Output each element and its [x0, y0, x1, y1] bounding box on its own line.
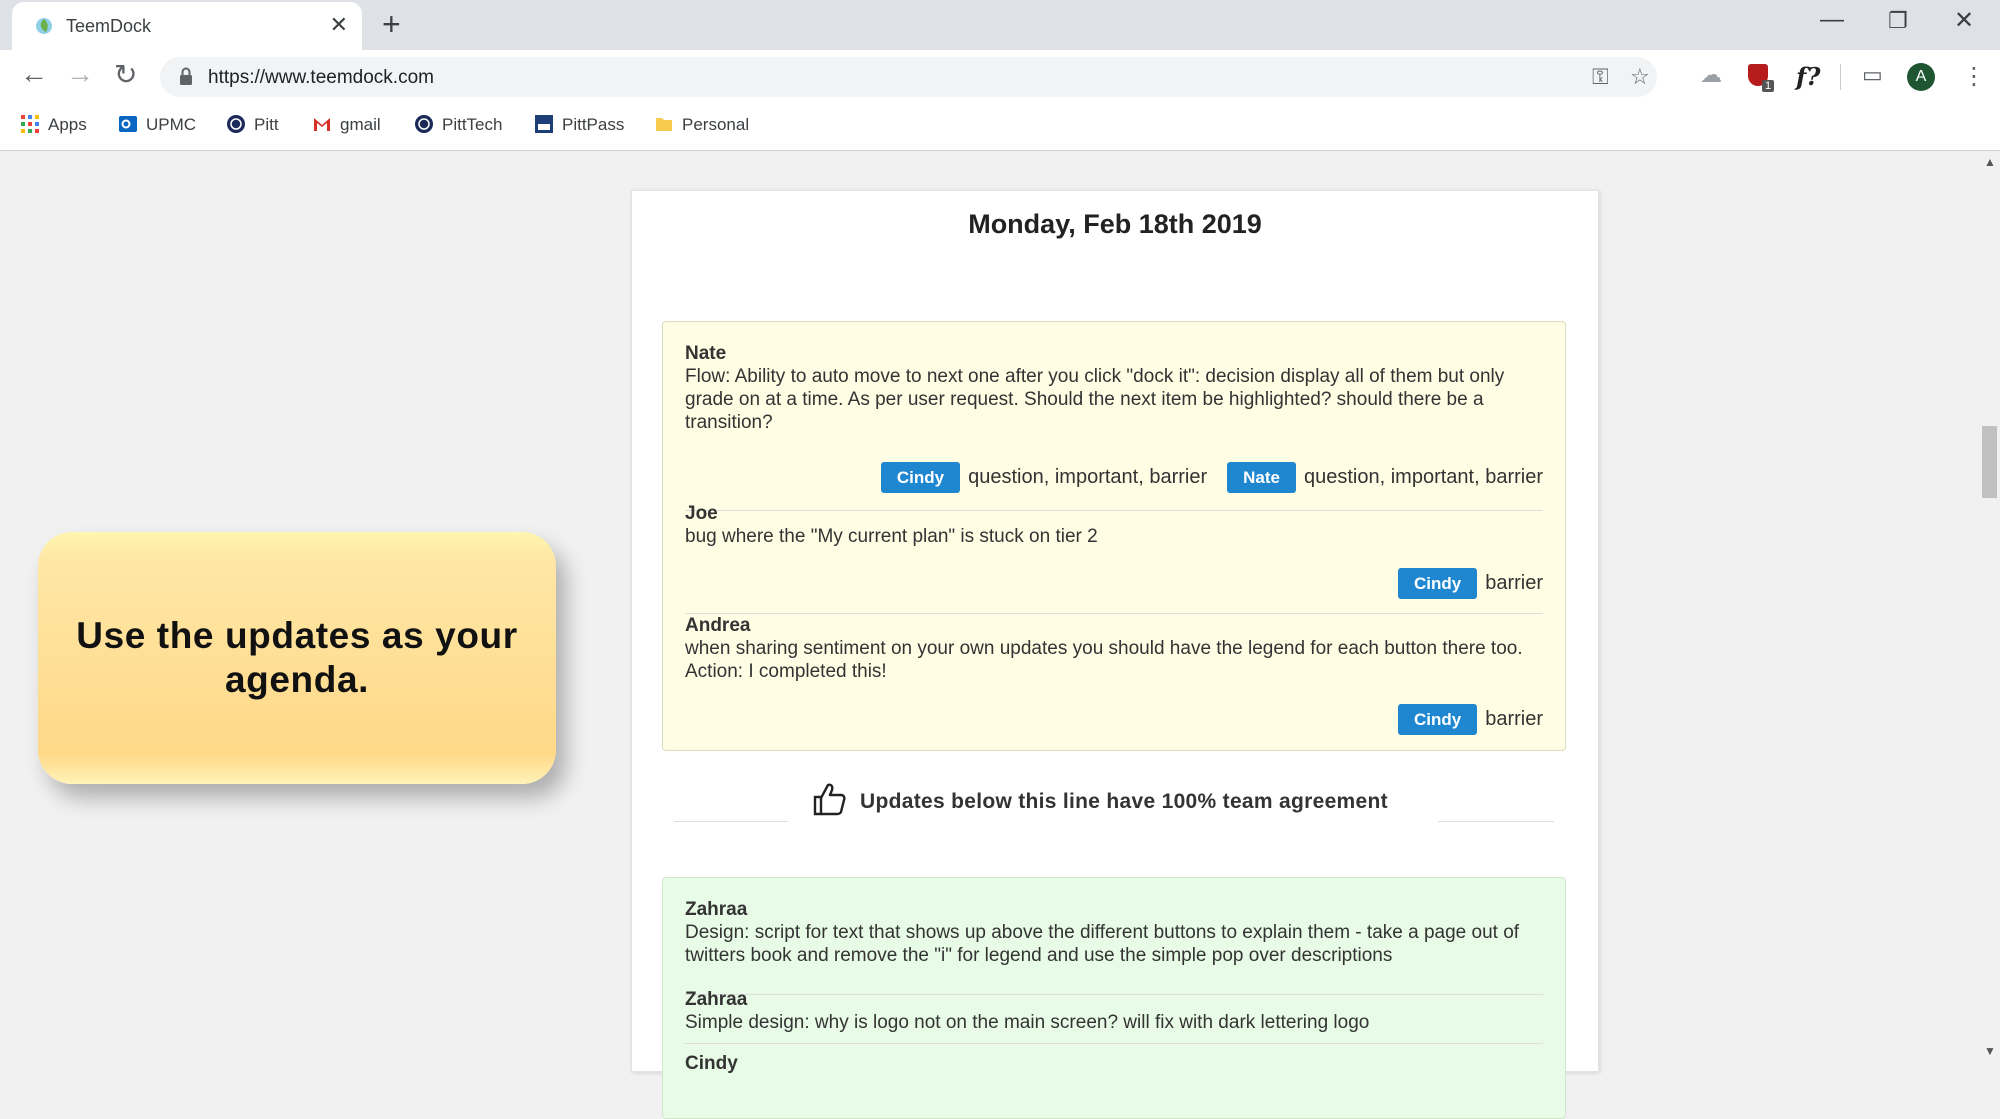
bookmark-label: PittPass	[562, 115, 625, 134]
scrollbar-thumb[interactable]	[1982, 426, 1997, 498]
update-author: Zahraa	[685, 899, 748, 920]
new-tab-button[interactable]: +	[382, 6, 401, 43]
bookmark-label: gmail	[340, 115, 381, 134]
browser-toolbar: ← → ↻ https://www.teemdock.com ⚿ ☆ ☁ 1 f…	[0, 50, 2000, 104]
bookmark-pittpass[interactable]: PittPass	[534, 114, 624, 135]
update-text: Flow: Ability to auto move to next one a…	[685, 366, 1505, 433]
menu-kebab-icon[interactable]: ⋮	[1962, 62, 1986, 91]
person-tag[interactable]: Cindy	[880, 462, 961, 493]
update-item[interactable]: Cindy	[685, 1052, 1543, 1092]
bookmarks-bar: Apps UPMC Pitt gmail PittTech PittPass P…	[0, 104, 2000, 151]
agenda-callout: Use the updates as your agenda.	[38, 532, 556, 784]
apps-grid-icon	[21, 115, 39, 133]
bookmark-pitt[interactable]: Pitt	[226, 114, 279, 135]
agreement-line-right	[1438, 821, 1554, 822]
update-item[interactable]: Nate Flow: Ability to auto move to next …	[685, 342, 1543, 511]
bookmark-label: Apps	[48, 115, 87, 134]
bookmark-pitttech[interactable]: PittTech	[414, 114, 502, 135]
thumbs-up-icon	[813, 783, 846, 816]
minimize-icon[interactable]: —	[1820, 6, 1844, 34]
back-icon[interactable]: ←	[20, 58, 48, 90]
agreement-text: Updates below this line have 100% team a…	[860, 790, 1388, 813]
bookmark-gmail[interactable]: gmail	[312, 114, 381, 135]
extension-badge: 1	[1762, 80, 1775, 92]
update-divider	[685, 1043, 1543, 1044]
tag-labels: barrier	[1485, 708, 1543, 730]
bookmark-label: Pitt	[254, 115, 279, 134]
cloud-extension-icon[interactable]: ☁	[1700, 62, 1722, 88]
key-icon[interactable]: ⚿	[1592, 64, 1609, 90]
bookmark-upmc[interactable]: UPMC	[118, 114, 196, 135]
meeting-card: Monday, Feb 18th 2019 Nate Flow: Ability…	[631, 190, 1599, 1119]
bookmark-star-icon[interactable]: ☆	[1630, 64, 1650, 90]
update-item[interactable]: Zahraa Design: script for text that show…	[685, 898, 1543, 995]
folder-icon	[656, 118, 672, 131]
sentiment-tags: Cindy question, important, barrier Nate que…	[867, 462, 1543, 493]
teemdock-favicon-icon	[36, 18, 52, 34]
address-bar[interactable]: https://www.teemdock.com ⚿ ☆	[160, 57, 1657, 97]
close-window-icon[interactable]: ✕	[1954, 6, 1974, 35]
tab-title: TeemDock	[66, 16, 152, 36]
cast-icon[interactable]: ▭	[1862, 62, 1883, 88]
url-text: https://www.teemdock.com	[208, 67, 434, 88]
profile-avatar[interactable]: A	[1907, 63, 1935, 91]
bookmark-label: UPMC	[146, 115, 197, 134]
update-author: Zahraa	[685, 989, 748, 1010]
update-text: when sharing sentiment on your own updat…	[685, 638, 1523, 682]
toolbar-divider	[1840, 64, 1841, 90]
date-heading: Monday, Feb 18th 2019	[968, 209, 1262, 239]
outlook-icon	[119, 116, 137, 132]
sentiment-tags: Cindy barrier	[1384, 568, 1543, 599]
bookmark-label: PittTech	[442, 115, 503, 134]
pitt-seal-icon	[415, 115, 433, 133]
bookmark-apps[interactable]: Apps	[20, 114, 87, 135]
bookmark-label: Personal	[682, 115, 750, 134]
update-item[interactable]: Andrea when sharing sentiment on your ow…	[685, 614, 1543, 744]
pittpass-icon	[535, 115, 553, 133]
update-author: Nate	[685, 343, 727, 364]
browser-tab[interactable]: TeemDock ✕	[12, 2, 362, 50]
callout-text: Use the updates as your agenda.	[76, 615, 518, 700]
update-item[interactable]: Zahraa Simple design: why is logo not on…	[685, 988, 1543, 1048]
tab-close-icon[interactable]: ✕	[330, 12, 348, 38]
lock-icon	[180, 67, 192, 85]
reload-icon[interactable]: ↻	[114, 58, 137, 91]
pitt-seal-icon	[227, 115, 245, 133]
tag-labels: barrier	[1485, 572, 1543, 594]
tag-labels: question, important, barrier	[968, 466, 1208, 488]
update-author: Andrea	[685, 615, 751, 636]
pending-updates-panel: Nate Flow: Ability to auto move to next …	[662, 321, 1566, 751]
agreed-updates-panel: Zahraa Design: script for text that show…	[662, 877, 1566, 1119]
update-author: Joe	[685, 503, 718, 524]
restore-icon[interactable]: ❐	[1888, 8, 1908, 34]
update-author: Cindy	[685, 1053, 738, 1074]
update-text: bug where the "My current plan" is stuck…	[685, 526, 1098, 547]
person-tag[interactable]: Nate	[1227, 462, 1296, 493]
scroll-down-icon[interactable]: ▼	[1984, 1044, 1996, 1058]
bookmark-personal[interactable]: Personal	[654, 114, 749, 135]
update-text: Simple design: why is logo not on the ma…	[685, 1012, 1370, 1033]
person-tag[interactable]: Cindy	[1397, 568, 1478, 599]
agreement-line-left	[674, 821, 788, 822]
formula-extension-icon[interactable]: f?	[1796, 62, 1820, 91]
page-scrollbar[interactable]: ▲ ▼	[1978, 151, 2000, 1063]
forward-icon[interactable]: →	[66, 58, 94, 90]
sentiment-tags: Cindy barrier	[1384, 704, 1543, 735]
tab-strip: TeemDock ✕ + — ❐ ✕	[0, 0, 2000, 50]
agreement-separator: Updates below this line have 100% team a…	[812, 781, 1388, 817]
gmail-icon	[314, 118, 330, 131]
update-item[interactable]: Joe bug where the "My current plan" is s…	[685, 502, 1543, 614]
person-tag[interactable]: Cindy	[1397, 704, 1478, 735]
scroll-up-icon[interactable]: ▲	[1984, 155, 1996, 169]
tag-labels: question, important, barrier	[1303, 466, 1543, 488]
update-text: Design: script for text that shows up ab…	[685, 922, 1520, 966]
